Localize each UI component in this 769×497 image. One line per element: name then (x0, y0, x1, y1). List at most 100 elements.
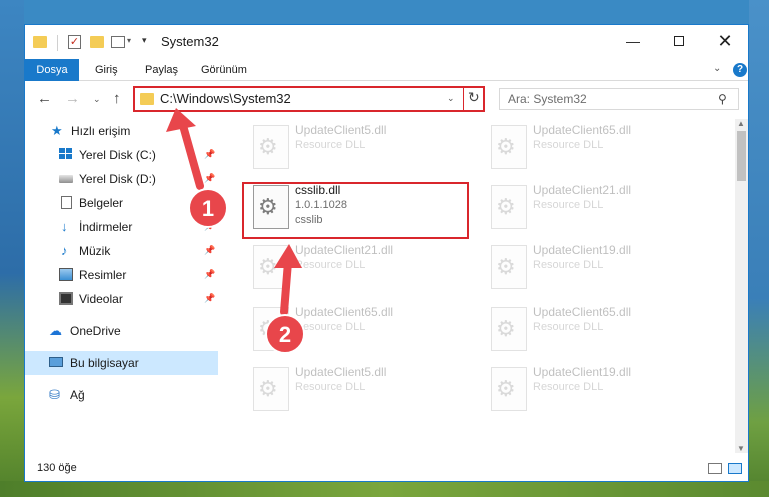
navigation-bar: ← → ⌄ ↑ C:\Windows\System32 ⌄ ↻ Ara: Sys… (25, 82, 748, 116)
sidebar-item-local-disk-d[interactable]: Yerel Disk (D:) 📌 (25, 167, 218, 191)
sidebar-item-downloads[interactable]: ↓ İndirmeler 📌 (25, 215, 218, 239)
file-tile[interactable]: ⚙ UpdateClient65.dll Resource DLL (481, 301, 711, 357)
help-icon[interactable]: ? (733, 63, 747, 77)
folder-icon (140, 93, 154, 105)
title-bar: ✓ ▾ ▾ System32 — ✕ (25, 25, 748, 59)
sidebar-item-this-pc[interactable]: Bu bilgisayar (25, 351, 218, 375)
sidebar-item-network[interactable]: ⛁ Ağ (25, 383, 218, 407)
file-name: UpdateClient19.dll (533, 365, 632, 379)
scroll-down-icon[interactable]: ▼ (737, 444, 745, 453)
dll-file-icon: ⚙ (253, 307, 289, 351)
pin-icon[interactable]: 📌 (204, 221, 215, 232)
pin-icon[interactable]: 📌 (204, 245, 215, 256)
drive-icon (59, 175, 73, 183)
gear-icon: ⚙ (258, 316, 278, 341)
sidebar-item-videos[interactable]: Videolar 📌 (25, 287, 218, 311)
properties-check-icon[interactable]: ✓ (68, 35, 81, 49)
gear-icon: ⚙ (496, 194, 516, 219)
gear-icon: ⚙ (258, 134, 278, 159)
forward-arrow-icon[interactable]: → (65, 90, 80, 107)
file-list: ⚙ UpdateClient5.dll Resource DLL ⚙ cssli… (233, 119, 735, 453)
file-name: UpdateClient19.dll (533, 243, 632, 257)
customize-toolbar-icon[interactable]: ▾ (142, 35, 147, 46)
sidebar-item-label: Yerel Disk (D:) (79, 172, 156, 186)
minimize-button[interactable]: — (610, 25, 656, 59)
folder-icon (33, 36, 47, 48)
refresh-icon[interactable]: ↻ (468, 89, 480, 106)
file-tile[interactable]: ⚙ UpdateClient21.dll Resource DLL (481, 179, 711, 235)
file-description: Resource DLL (533, 381, 604, 393)
toolbar-separator (57, 35, 58, 51)
file-tile[interactable]: ⚙ UpdateClient65.dll Resource DLL (481, 119, 711, 175)
gear-icon: ⚙ (496, 134, 516, 159)
recent-locations-icon[interactable]: ⌄ (93, 94, 101, 105)
desktop-background-bottom (0, 481, 769, 497)
file-tile[interactable]: ⚙ UpdateClient21.dll Resource DLL (243, 239, 473, 295)
file-name: UpdateClient65.dll (533, 123, 632, 137)
file-tile[interactable]: ⚙ UpdateClient65.dll Resource DLL (243, 301, 473, 357)
file-tile[interactable]: ⚙ UpdateClient19.dll Resource DLL (481, 361, 711, 417)
file-description: Resource DLL (295, 381, 366, 393)
file-name: UpdateClient21.dll (295, 243, 394, 257)
pin-icon[interactable]: 📌 (204, 269, 215, 280)
file-name: UpdateClient65.dll (295, 305, 394, 319)
chevron-down-icon[interactable]: ▾ (127, 36, 131, 45)
pin-icon[interactable]: 📌 (204, 173, 215, 184)
tiles-view-icon[interactable] (728, 463, 742, 474)
tab-file[interactable]: Dosya (25, 59, 79, 81)
scrollbar-thumb[interactable] (737, 131, 746, 181)
close-button[interactable]: ✕ (702, 25, 748, 59)
maximize-button[interactable] (656, 25, 702, 59)
sidebar-item-quick-access[interactable]: ★ Hızlı erişim (25, 119, 218, 143)
search-input[interactable]: Ara: System32 ⚲ (499, 88, 739, 110)
gear-icon: ⚙ (496, 316, 516, 341)
properties-icon[interactable] (111, 36, 125, 48)
file-tile[interactable]: ⚙ UpdateClient19.dll Resource DLL (481, 239, 711, 295)
address-divider (463, 88, 464, 110)
downloads-icon: ↓ (61, 219, 68, 234)
tab-home[interactable]: Giriş (89, 59, 124, 81)
pin-icon[interactable]: 📌 (204, 197, 215, 208)
sidebar-item-onedrive[interactable]: ☁ OneDrive (25, 319, 218, 343)
star-icon: ★ (51, 123, 63, 138)
sidebar-item-pictures[interactable]: Resimler 📌 (25, 263, 218, 287)
sidebar-item-label: Resimler (79, 268, 127, 282)
details-view-icon[interactable] (708, 463, 722, 474)
sidebar-item-label: Bu bilgisayar (70, 356, 139, 370)
tab-view[interactable]: Görünüm (195, 59, 253, 81)
dll-file-icon: ⚙ (253, 367, 289, 411)
sidebar-item-music[interactable]: ♪ Müzik 📌 (25, 239, 218, 263)
gear-icon: ⚙ (496, 254, 516, 279)
address-bar[interactable]: C:\Windows\System32 ⌄ ↻ (133, 86, 485, 112)
gear-icon: ⚙ (496, 376, 516, 401)
file-description: Resource DLL (295, 139, 366, 151)
vertical-scrollbar[interactable]: ▲ ▼ (735, 119, 748, 453)
gear-icon: ⚙ (258, 376, 278, 401)
sidebar-item-label: Hızlı erişim (71, 124, 131, 138)
sidebar-item-documents[interactable]: Belgeler 📌 (25, 191, 218, 215)
address-path[interactable]: C:\Windows\System32 (160, 91, 291, 106)
window-title: System32 (161, 34, 219, 49)
navigation-pane: ★ Hızlı erişim Yerel Disk (C:) 📌 Yerel D… (25, 119, 218, 453)
search-icon[interactable]: ⚲ (718, 92, 727, 106)
expand-ribbon-icon[interactable]: ⌄ (713, 63, 721, 74)
up-arrow-icon[interactable]: ↑ (113, 90, 121, 107)
documents-icon (61, 196, 72, 209)
tab-share[interactable]: Paylaş (139, 59, 184, 81)
file-tile[interactable]: ⚙ UpdateClient5.dll Resource DLL (243, 119, 473, 175)
new-folder-icon[interactable] (90, 36, 104, 48)
pin-icon[interactable]: 📌 (204, 149, 215, 160)
file-description: Resource DLL (533, 259, 604, 271)
back-arrow-icon[interactable]: ← (37, 90, 52, 107)
file-name: UpdateClient65.dll (533, 305, 632, 319)
file-name: UpdateClient5.dll (295, 365, 387, 379)
gear-icon: ⚙ (258, 254, 278, 279)
pin-icon[interactable]: 📌 (204, 293, 215, 304)
scroll-up-icon[interactable]: ▲ (737, 119, 745, 128)
address-history-icon[interactable]: ⌄ (447, 93, 455, 104)
sidebar-item-label: OneDrive (70, 324, 121, 338)
dll-file-icon: ⚙ (491, 185, 527, 229)
file-tile[interactable]: ⚙ UpdateClient5.dll Resource DLL (243, 361, 473, 417)
sidebar-item-local-disk-c[interactable]: Yerel Disk (C:) 📌 (25, 143, 218, 167)
desktop-background-left (0, 0, 24, 497)
